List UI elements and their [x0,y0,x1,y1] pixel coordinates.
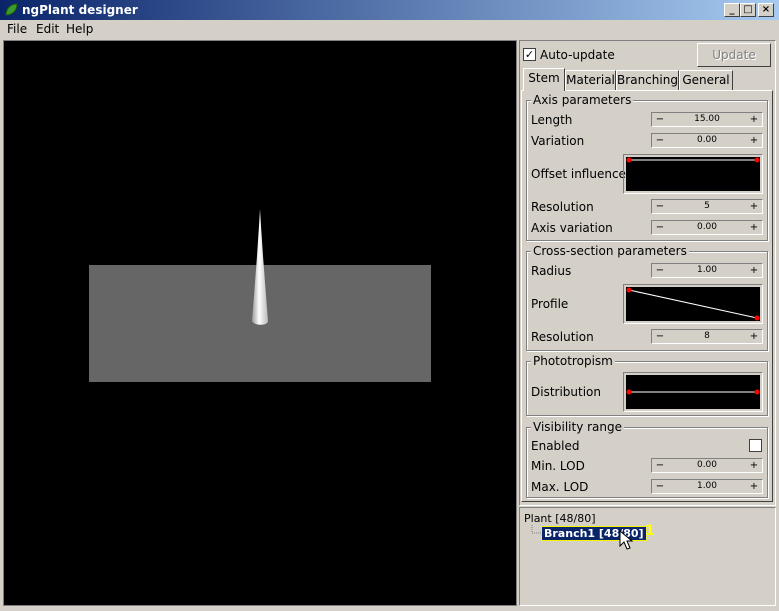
cross-resolution-label: Resolution [531,330,594,344]
decrement-icon[interactable]: − [654,459,666,472]
scene [89,209,431,382]
curve-point [626,389,632,395]
visibility-range-title: Visibility range [531,420,624,434]
min-lod-value: 0.00 [696,460,718,470]
tree-connector [531,525,542,534]
max-lod-value: 1.00 [696,481,718,491]
close-button[interactable]: × [758,3,774,17]
tab-general[interactable]: General [679,70,733,90]
increment-icon[interactable]: + [748,221,760,234]
decrement-icon[interactable]: − [654,330,666,343]
increment-icon[interactable]: + [748,480,760,493]
offset-influence-curve[interactable] [626,157,760,191]
increment-icon[interactable]: + [748,330,760,343]
curve-point [754,315,760,321]
min-lod-spinbox[interactable]: − 0.00 + [651,458,763,473]
minimize-button[interactable]: _ [724,3,740,17]
length-value: 15.00 [694,114,720,124]
menu-file[interactable]: File [7,22,27,36]
distribution-curve-frame [623,372,763,412]
update-button[interactable]: Update [697,43,771,67]
axis-variation-label: Axis variation [531,221,613,235]
radius-spinbox[interactable]: − 1.00 + [651,263,763,278]
curve-point [754,157,760,163]
leaf-icon [5,3,18,16]
offset-influence-curve-frame [623,154,763,194]
variation-value: 0.00 [696,135,718,145]
tab-material[interactable]: Material [565,70,616,90]
tab-stem[interactable]: Stem [523,68,565,91]
increment-icon[interactable]: + [748,459,760,472]
profile-curve-frame [623,284,763,324]
max-lod-spinbox[interactable]: − 1.00 + [651,479,763,494]
axis-variation-spinbox[interactable]: − 0.00 + [651,220,763,235]
cross-resolution-spinbox[interactable]: − 8 + [651,329,763,344]
decrement-icon[interactable]: − [654,221,666,234]
3d-viewport[interactable] [3,40,517,606]
curve-point [626,287,632,293]
increment-icon[interactable]: + [748,113,760,126]
length-label: Length [531,113,573,127]
axis-variation-value: 0.00 [696,222,718,232]
tree-item-plant[interactable]: Plant [48/80] [524,512,596,525]
menu-bar [0,20,779,39]
maximize-button[interactable]: □ [740,3,756,17]
tab-branching[interactable]: Branching [616,70,679,90]
radius-label: Radius [531,264,572,278]
profile-curve[interactable] [626,287,760,321]
cross-section-title: Cross-section parameters [531,244,689,258]
curve-point [626,157,632,163]
distribution-curve[interactable] [626,375,760,409]
resolution-label: Resolution [531,200,594,214]
max-lod-label: Max. LOD [531,480,589,494]
menu-help[interactable]: Help [66,22,93,36]
window-title: ngPlant designer [22,3,138,17]
auto-update-label: Auto-update [540,48,615,62]
phototropism-title: Phototropism [531,354,615,368]
axis-parameters-title: Axis parameters [531,93,634,107]
radius-value: 1.00 [696,265,718,275]
step-annotation: 1 [645,523,655,539]
increment-icon[interactable]: + [748,200,760,213]
offset-influence-label: Offset influence [531,167,626,181]
enabled-label: Enabled [531,439,580,453]
decrement-icon[interactable]: − [654,200,666,213]
length-spinbox[interactable]: − 15.00 + [651,112,763,127]
profile-label: Profile [531,297,569,311]
resolution-spinbox[interactable]: − 5 + [651,199,763,214]
enabled-checkbox[interactable] [749,439,762,452]
decrement-icon[interactable]: − [654,480,666,493]
decrement-icon[interactable]: − [654,134,666,147]
min-lod-label: Min. LOD [531,459,585,473]
increment-icon[interactable]: + [748,264,760,277]
auto-update-checkbox[interactable]: ✓ [523,48,536,61]
distribution-label: Distribution [531,385,602,399]
increment-icon[interactable]: + [748,134,760,147]
mouse-cursor-icon [619,530,634,550]
cross-resolution-value: 8 [704,331,710,341]
variation-label: Variation [531,134,585,148]
curve-point [754,389,760,395]
menu-edit[interactable]: Edit [36,22,59,36]
variation-spinbox[interactable]: − 0.00 + [651,133,763,148]
decrement-icon[interactable]: − [654,264,666,277]
decrement-icon[interactable]: − [654,113,666,126]
resolution-value: 5 [704,201,710,211]
